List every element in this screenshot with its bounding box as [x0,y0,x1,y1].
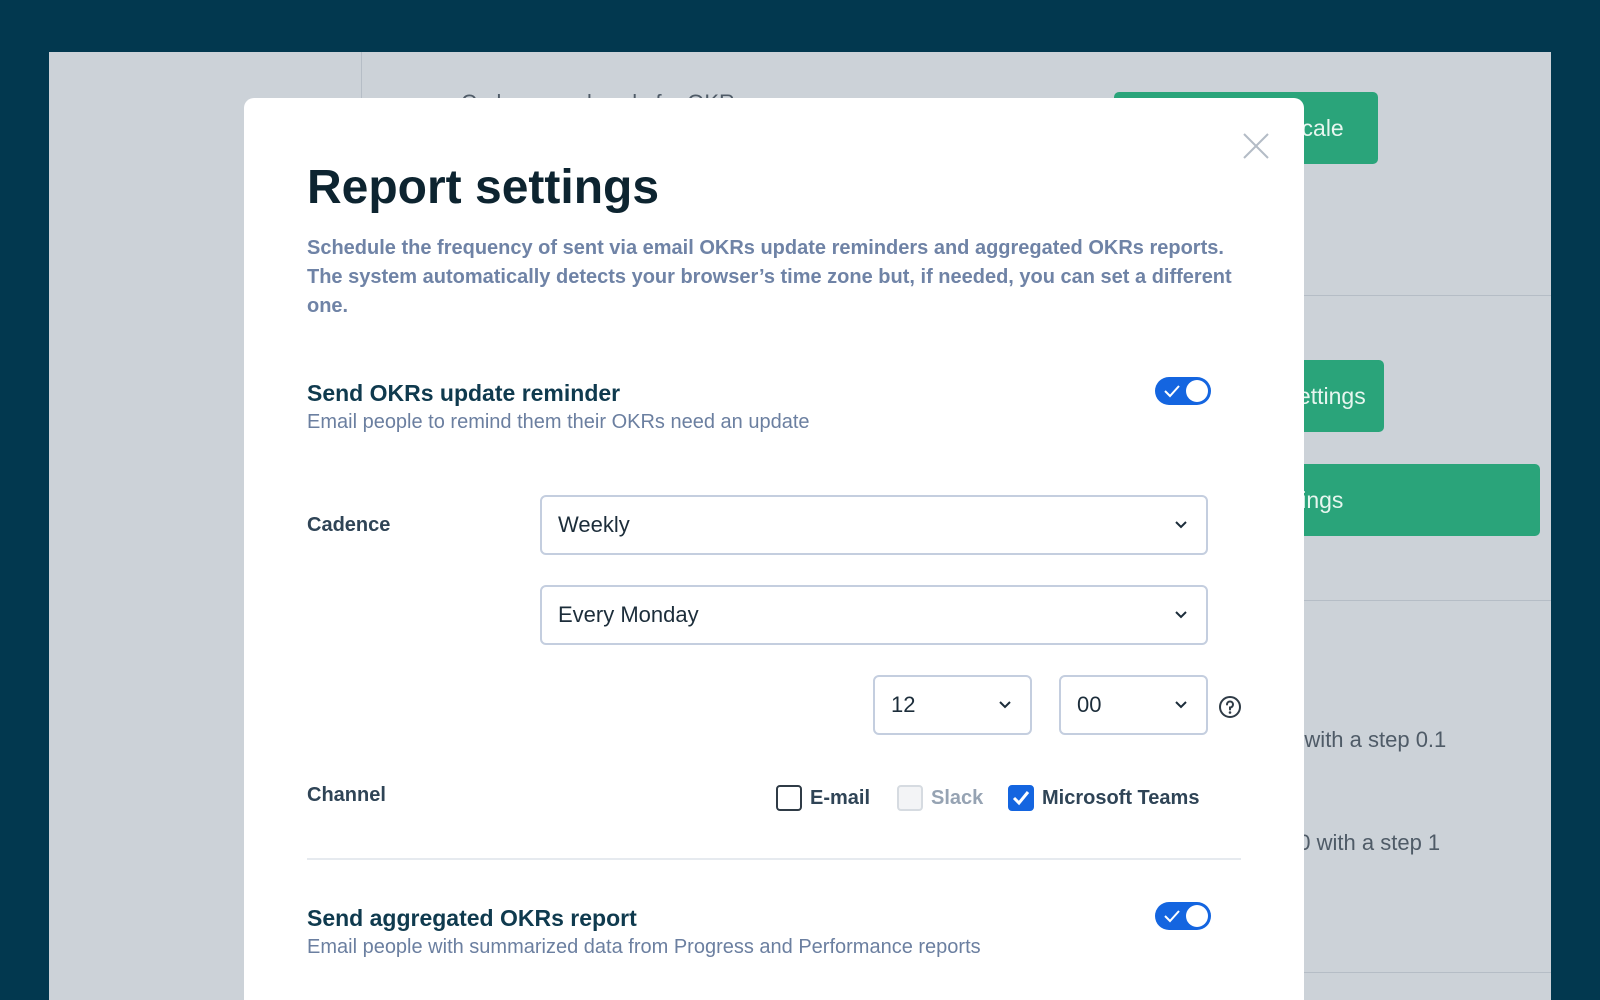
cadence-frequency-select[interactable]: Weekly [540,495,1208,555]
cadence-label: Cadence [307,514,391,536]
channel-label: Channel [307,784,386,806]
email-checkbox[interactable] [776,785,802,811]
modal-description: Schedule the frequency of sent via email… [307,237,1232,317]
cadence-hour-value: 12 [891,692,916,717]
reminder-title: Send OKRs update reminder [307,380,621,406]
check-icon [1164,385,1180,398]
channel-teams-option[interactable]: Microsoft Teams [1008,784,1199,812]
check-icon [1012,791,1030,806]
close-icon [1243,133,1269,159]
help-icon[interactable] [1218,695,1242,719]
report-toggle[interactable] [1155,902,1211,930]
toggle-knob [1186,380,1208,402]
report-settings-modal: Report settings Schedule the frequency o… [244,98,1304,1000]
channel-slack-option: Slack [897,784,983,812]
chevron-down-icon [999,701,1011,709]
teams-checkbox[interactable] [1008,785,1034,811]
channel-email-option[interactable]: E-mail [776,784,870,812]
toggle-knob [1186,905,1208,927]
check-icon [1164,910,1180,923]
report-subtitle: Email people with summarized data from P… [307,936,981,958]
cadence-frequency-value: Weekly [558,512,630,537]
cadence-minute-value: 00 [1077,692,1102,717]
slack-label: Slack [931,786,984,809]
modal-title: Report settings [307,161,660,214]
reminder-toggle[interactable] [1155,377,1211,405]
chevron-down-icon [1175,521,1187,529]
report-title: Send aggregated OKRs report [307,905,637,931]
cadence-day-select[interactable]: Every Monday [540,585,1208,645]
email-label: E-mail [810,786,871,809]
chevron-down-icon [1175,611,1187,619]
slack-checkbox [897,785,923,811]
reminder-subtitle: Email people to remind them their OKRs n… [307,411,810,433]
section-divider [307,858,1241,860]
cadence-day-value: Every Monday [558,602,699,627]
teams-label: Microsoft Teams [1042,786,1200,809]
chevron-down-icon [1175,701,1187,709]
cadence-hour-select[interactable]: 12 [873,675,1032,735]
close-button[interactable] [1242,132,1270,160]
cadence-minute-select[interactable]: 00 [1059,675,1208,735]
